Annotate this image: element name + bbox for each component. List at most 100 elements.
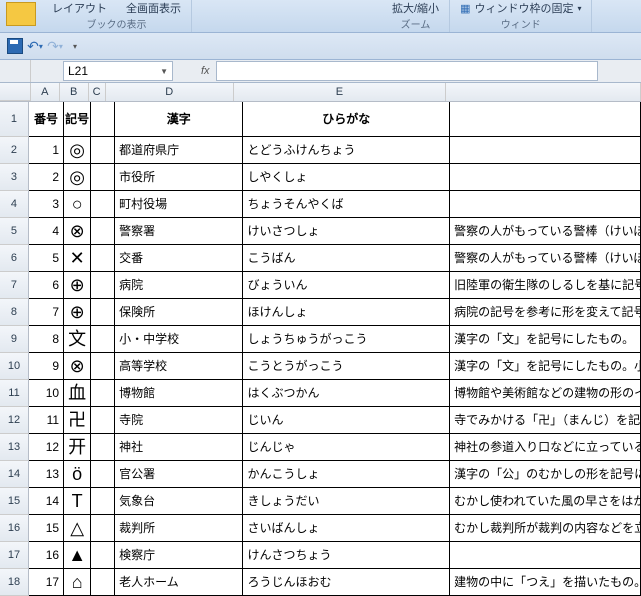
cell-description[interactable]: むかし裁判所が裁判の内容などを立て札 [450,515,641,542]
cell-kanji[interactable]: 官公署 [115,461,243,488]
col-header[interactable]: D [106,83,234,101]
row-header[interactable]: 13 [0,434,29,461]
cell-symbol[interactable]: ◎ [64,137,91,164]
cell-number[interactable]: 16 [29,542,64,569]
row-header[interactable]: 9 [0,326,29,353]
cell-number[interactable]: 15 [29,515,64,542]
formula-bar[interactable] [216,61,598,81]
row-header[interactable]: 5 [0,218,29,245]
cell-description[interactable]: 漢字の「文」を記号にしたもの。 [450,326,641,353]
cell-number[interactable]: 10 [29,380,64,407]
layout-btn[interactable]: レイアウト [52,0,107,16]
cell-symbol[interactable]: ⊗ [64,218,91,245]
row-header[interactable]: 12 [0,407,29,434]
row-header[interactable]: 10 [0,353,29,380]
cell-description[interactable]: むかし使われていた風の早さをはかる風 [450,488,641,515]
cell-kanji[interactable]: 都道府県庁 [115,137,243,164]
row-header[interactable]: 3 [0,164,29,191]
undo-button[interactable]: ↶▾ [26,37,44,55]
cell-symbol[interactable]: ○ [64,191,91,218]
cell-symbol[interactable]: 卍 [64,407,91,434]
fullscreen-btn[interactable]: 全画面表示 [126,0,181,16]
col-header[interactable]: B [60,83,89,101]
cell[interactable] [91,353,115,380]
cell[interactable] [91,515,115,542]
chevron-down-icon[interactable]: ▼ [160,67,168,76]
row-header[interactable]: 2 [0,137,29,164]
cell-description[interactable] [450,542,641,569]
row-header[interactable]: 8 [0,299,29,326]
cell[interactable] [91,488,115,515]
cell-hiragana[interactable]: さいばんしょ [243,515,450,542]
cell-description[interactable]: 漢字の「公」のむかしの形を記号にしたも [450,461,641,488]
select-all-corner[interactable] [0,60,31,82]
header-cell[interactable] [91,102,115,137]
cell-hiragana[interactable]: びょういん [243,272,450,299]
cell-kanji[interactable]: 市役所 [115,164,243,191]
freeze-panes-btn[interactable]: ウィンドウ枠の固定 [474,0,573,16]
cell-number[interactable]: 12 [29,434,64,461]
cell-hiragana[interactable]: はくぶつかん [243,380,450,407]
cell-symbol[interactable]: ⊗ [64,353,91,380]
fx-icon[interactable]: fx [201,65,210,77]
cell-symbol[interactable]: 文 [64,326,91,353]
row-header[interactable]: 1 [0,102,29,137]
cell-kanji[interactable]: 裁判所 [115,515,243,542]
cell-description[interactable]: 警察の人がもっている警棒（けいぼう）（も [450,218,641,245]
row-header[interactable]: 16 [0,515,29,542]
qat-customize[interactable]: ▾ [66,37,84,55]
cell-kanji[interactable]: 神社 [115,434,243,461]
cell-description[interactable]: 漢字の「文」を記号にしたもの。小・中学校 [450,353,641,380]
cell-hiragana[interactable]: とどうふけんちょう [243,137,450,164]
col-header[interactable]: C [89,83,106,101]
cell[interactable] [91,245,115,272]
header-cell[interactable]: 漢字 [115,102,243,137]
cell-symbol[interactable]: ▲ [64,542,91,569]
cell-hiragana[interactable]: きしょうだい [243,488,450,515]
cell-number[interactable]: 7 [29,299,64,326]
row-header[interactable]: 6 [0,245,29,272]
row-header[interactable]: 11 [0,380,29,407]
cell-symbol[interactable]: △ [64,515,91,542]
cell-kanji[interactable]: 保険所 [115,299,243,326]
folder-icon[interactable] [6,2,36,26]
cell-kanji[interactable]: 病院 [115,272,243,299]
cell-hiragana[interactable]: こうばん [243,245,450,272]
header-cell[interactable]: ひらがな [243,102,450,137]
row-header[interactable]: 15 [0,488,29,515]
cell-description[interactable] [450,137,641,164]
cell-number[interactable]: 9 [29,353,64,380]
cell-hiragana[interactable]: しょうちゅうがっこう [243,326,450,353]
cell[interactable] [91,326,115,353]
cell-description[interactable]: 旧陸軍の衛生隊のしるしを基に記号にし [450,272,641,299]
cell-symbol[interactable]: 开 [64,434,91,461]
row-header[interactable]: 4 [0,191,29,218]
cell[interactable] [91,407,115,434]
row-header[interactable]: 14 [0,461,29,488]
cell-symbol[interactable]: ⊕ [64,272,91,299]
cell-number[interactable]: 1 [29,137,64,164]
cell-description[interactable]: 寺でみかける「卍」（まんじ）を記号にした [450,407,641,434]
cell-hiragana[interactable]: けいさつしょ [243,218,450,245]
cell-kanji[interactable]: 検察庁 [115,542,243,569]
cell-number[interactable]: 5 [29,245,64,272]
cell-hiragana[interactable]: けんさつちょう [243,542,450,569]
cell-kanji[interactable]: 寺院 [115,407,243,434]
row-header[interactable]: 7 [0,272,29,299]
name-box[interactable]: L21▼ [63,61,173,81]
cell-number[interactable]: 11 [29,407,64,434]
header-cell[interactable] [450,102,641,137]
cell[interactable] [91,164,115,191]
header-cell[interactable]: 番号 [29,102,64,137]
cell[interactable] [91,380,115,407]
cell[interactable] [91,272,115,299]
cell[interactable] [91,542,115,569]
cell-kanji[interactable]: 気象台 [115,488,243,515]
cell[interactable] [91,299,115,326]
col-header[interactable] [446,83,641,101]
cell-symbol[interactable]: ⊕ [64,299,91,326]
cell-number[interactable]: 8 [29,326,64,353]
cell[interactable] [91,461,115,488]
cell-kanji[interactable]: 交番 [115,245,243,272]
col-header[interactable]: A [31,83,60,101]
